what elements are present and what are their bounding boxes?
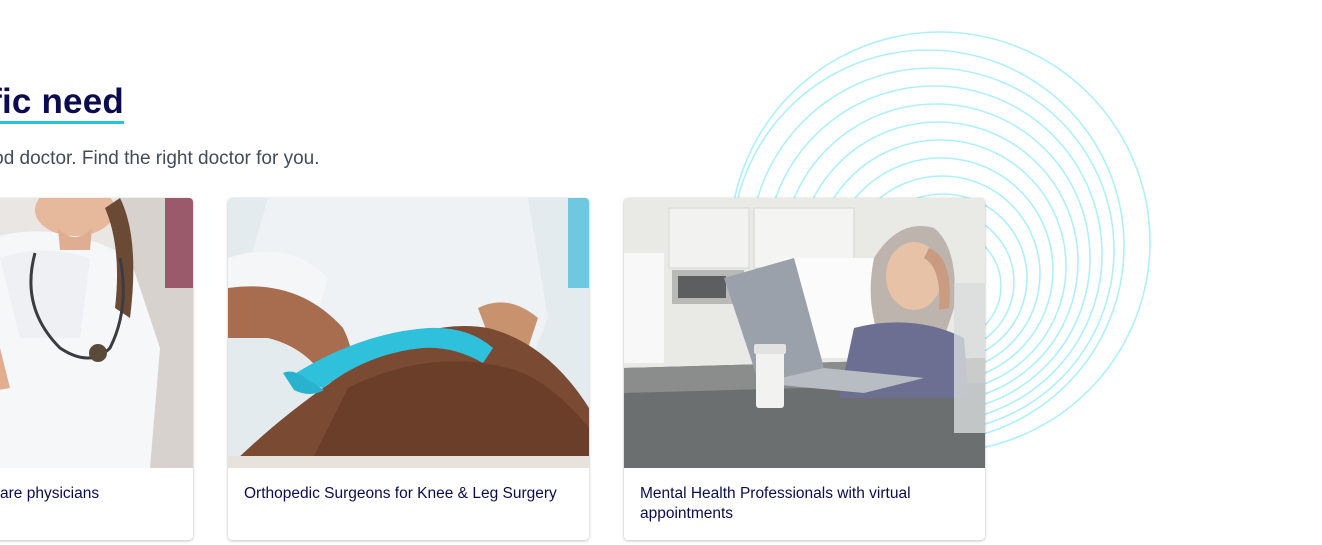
card-caption[interactable]: Mental Health Professionals with virtual…	[640, 484, 969, 524]
doctor-with-stethoscope-photo	[0, 198, 193, 468]
specialty-card-mental-health[interactable]: Mental Health Professionals with virtual…	[624, 198, 985, 540]
card-caption[interactable]: Orthopedic Surgeons for Knee & Leg Surge…	[244, 484, 573, 504]
card-caption[interactable]: are physicians	[0, 484, 170, 504]
section-heading: a specific need	[0, 82, 124, 124]
knee-kinesiology-tape-photo	[228, 198, 589, 468]
specific-need-section: a specific need good doctor. Find the ri…	[0, 0, 1322, 545]
section-subtitle: good doctor. Find the right doctor for y…	[0, 148, 320, 169]
woman-on-laptop-phone-call-photo	[624, 198, 985, 468]
specialty-card-primary-care[interactable]: are physicians	[0, 198, 193, 540]
specialty-card-orthopedic[interactable]: Orthopedic Surgeons for Knee & Leg Surge…	[228, 198, 589, 540]
heading-highlight: specific need	[0, 83, 124, 124]
